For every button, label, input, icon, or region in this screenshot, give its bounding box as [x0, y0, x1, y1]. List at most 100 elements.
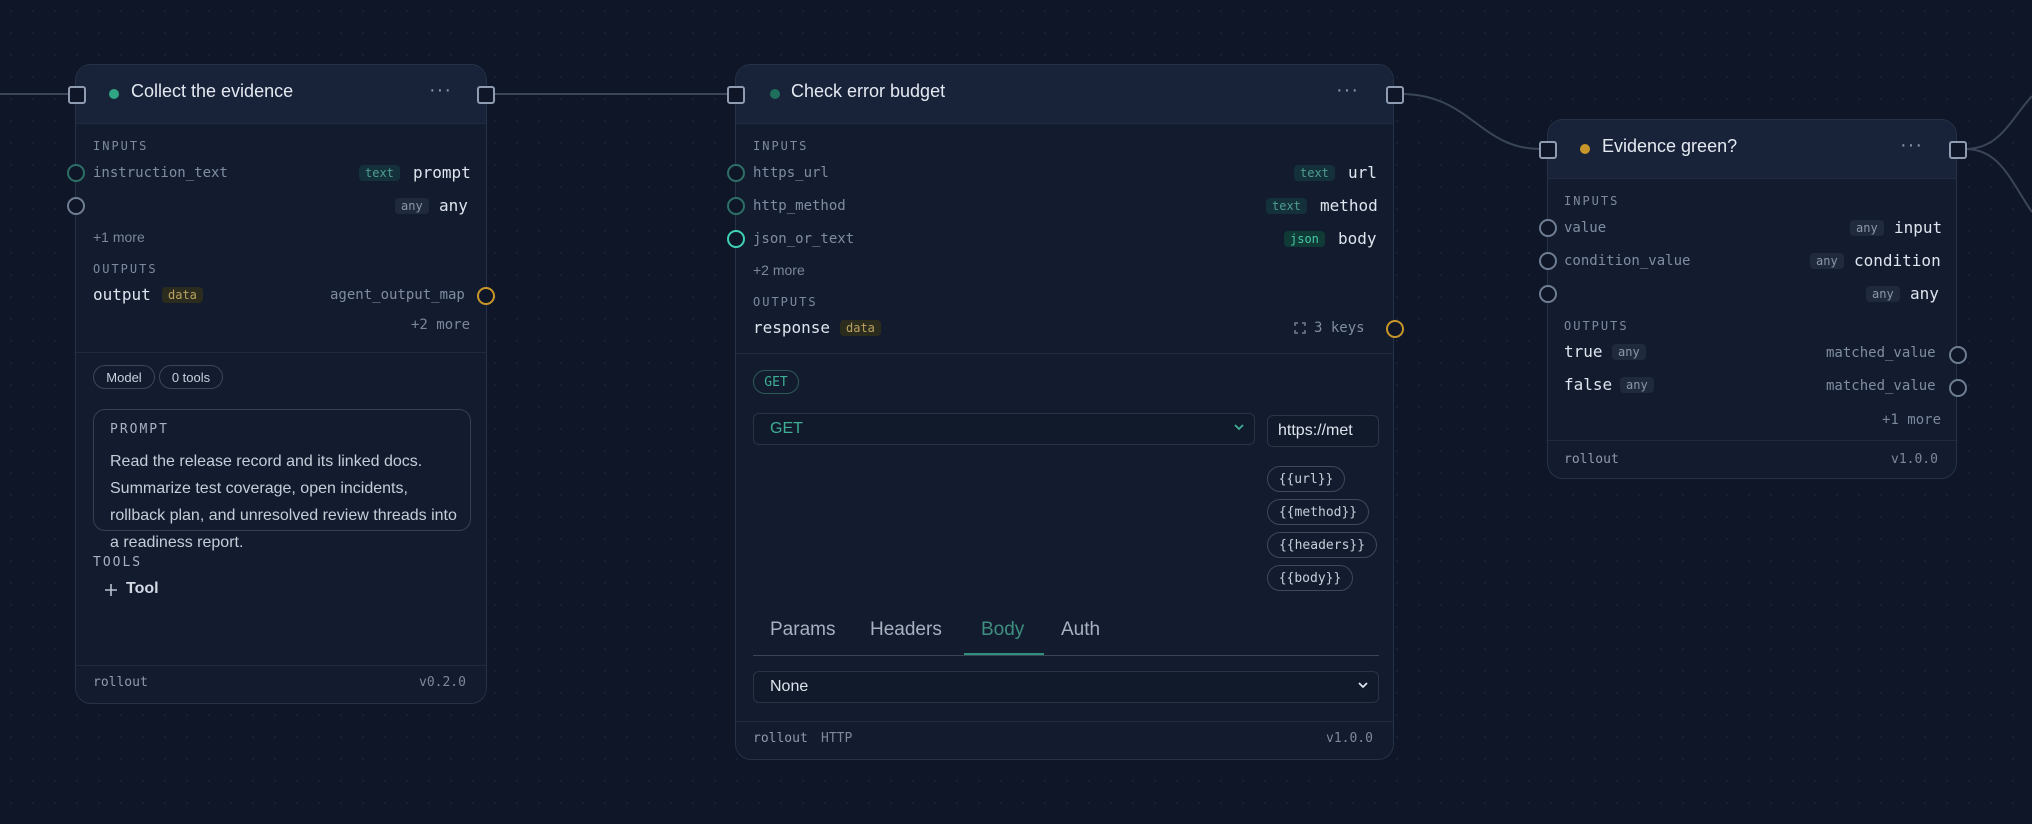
node-header[interactable]: Evidence green? ··· — [1548, 120, 1956, 179]
tools-label: TOOLS — [93, 555, 143, 570]
input-pin-label: value — [1564, 220, 1607, 236]
url-input-value: https://met — [1278, 422, 1353, 439]
output-map-label: agent_output_map — [330, 287, 465, 303]
outputs-more-link[interactable]: +2 more — [411, 317, 470, 333]
outputs-label: OUTPUTS — [1564, 319, 1629, 333]
node-collect-evidence[interactable]: Collect the evidence ··· INPUTS instruct… — [75, 64, 487, 704]
input-port[interactable] — [67, 164, 85, 182]
outputs-label: OUTPUTS — [93, 262, 158, 276]
input-port[interactable] — [727, 197, 745, 215]
tab-params[interactable]: Params — [770, 619, 835, 641]
variable-pill-headers[interactable]: {{headers}} — [1267, 532, 1377, 558]
request-tabs: Params Headers Body Auth — [753, 619, 1379, 656]
chevron-down-icon — [1358, 682, 1368, 689]
footer-divider — [1548, 440, 1956, 441]
method-select[interactable]: GET — [753, 413, 1255, 445]
footer-workflow: rollout — [93, 675, 148, 690]
divider — [76, 352, 486, 353]
inputs-more-link[interactable]: +2 more — [753, 262, 805, 278]
output-port-true[interactable] — [1949, 346, 1967, 364]
body-type-select[interactable]: None — [753, 671, 1379, 703]
footer-divider — [736, 721, 1393, 722]
node-header[interactable]: Collect the evidence ··· — [76, 65, 486, 124]
active-tab-underline — [964, 653, 1044, 655]
tab-body[interactable]: Body — [981, 619, 1024, 641]
node-input-port[interactable] — [1539, 141, 1557, 159]
add-tool-label: Tool — [126, 580, 159, 597]
type-badge: any — [1620, 377, 1654, 393]
wire-evidence-out-2 — [1964, 148, 2032, 213]
prompt-label: PROMPT — [110, 422, 169, 437]
type-badge: data — [840, 320, 881, 336]
more-menu-icon[interactable]: ··· — [1900, 134, 1923, 157]
node-output-port[interactable] — [477, 86, 495, 104]
model-pill[interactable]: Model — [93, 365, 155, 389]
outputs-label: OUTPUTS — [753, 295, 818, 309]
node-output-port[interactable] — [1949, 141, 1967, 159]
method-select-value: GET — [770, 420, 803, 437]
outputs-more-link[interactable]: +1 more — [1882, 412, 1941, 428]
inputs-label: INPUTS — [753, 139, 809, 153]
wire-check-to-evidence — [1400, 93, 1541, 150]
chevron-down-icon — [1234, 424, 1244, 431]
inputs-label: INPUTS — [1564, 194, 1620, 208]
more-menu-icon[interactable]: ··· — [1336, 79, 1359, 102]
input-port[interactable] — [727, 230, 745, 248]
more-menu-icon[interactable]: ··· — [429, 79, 452, 102]
output-value-label: matched_value — [1826, 378, 1936, 394]
input-pin-name: any — [1910, 284, 1939, 303]
status-dot — [109, 89, 119, 99]
input-pin-label: http_method — [753, 198, 846, 214]
input-port[interactable] — [1539, 252, 1557, 270]
footer-version: v1.0.0 — [1891, 452, 1938, 467]
input-port[interactable] — [67, 197, 85, 215]
method-badge: GET — [753, 370, 799, 394]
inputs-more-link[interactable]: +1 more — [93, 229, 145, 245]
tools-count-pill[interactable]: 0 tools — [159, 365, 223, 389]
node-evidence-green[interactable]: Evidence green? ··· INPUTS value any inp… — [1547, 119, 1957, 479]
node-check-error-budget[interactable]: Check error budget ··· INPUTS https_url … — [735, 64, 1394, 760]
variable-pill-body[interactable]: {{body}} — [1267, 565, 1353, 591]
input-port[interactable] — [727, 164, 745, 182]
status-dot — [1580, 144, 1590, 154]
node-input-port[interactable] — [727, 86, 745, 104]
expand-icon — [1294, 322, 1306, 334]
body-type-value: None — [770, 678, 809, 695]
tab-auth[interactable]: Auth — [1061, 619, 1100, 641]
node-input-port[interactable] — [68, 86, 86, 104]
footer-workflow: rollout — [1564, 452, 1619, 467]
prompt-text: Read the release record and its linked d… — [110, 453, 457, 551]
output-port-false[interactable] — [1949, 379, 1967, 397]
type-badge: any — [1866, 286, 1900, 302]
variable-pill-method[interactable]: {{method}} — [1267, 499, 1369, 525]
tab-headers[interactable]: Headers — [870, 619, 942, 641]
node-header[interactable]: Check error budget ··· — [736, 65, 1393, 124]
footer-workflow: rollout — [753, 731, 808, 746]
type-badge: any — [1612, 344, 1646, 360]
type-badge: text — [1266, 198, 1307, 214]
input-pin-label: condition_value — [1564, 253, 1691, 269]
prompt-box[interactable]: PROMPT Read the release record and its l… — [93, 409, 471, 551]
node-output-port[interactable] — [1386, 86, 1404, 104]
type-badge: text — [1294, 165, 1335, 181]
input-pin-name: url — [1348, 163, 1377, 182]
output-port[interactable] — [1386, 320, 1404, 338]
inputs-label: INPUTS — [93, 139, 149, 153]
footer-version: v1.0.0 — [1326, 731, 1373, 746]
node-title: Check error budget — [791, 81, 946, 101]
input-pin-name: condition — [1854, 251, 1941, 270]
output-value-label: matched_value — [1826, 345, 1936, 361]
url-input[interactable]: https://met — [1267, 415, 1379, 447]
output-port[interactable] — [477, 287, 495, 305]
input-pin-name: input — [1894, 218, 1943, 237]
variable-pill-url[interactable]: {{url}} — [1267, 466, 1345, 492]
plus-icon — [105, 584, 117, 596]
input-port[interactable] — [1539, 285, 1557, 303]
input-pin-label: https_url — [753, 165, 829, 181]
output-name: response — [753, 318, 831, 337]
status-dot — [770, 89, 780, 99]
type-badge: any — [1850, 220, 1884, 236]
output-keys-count: 3 keys — [1314, 320, 1365, 336]
input-port[interactable] — [1539, 219, 1557, 237]
footer-version: v0.2.0 — [419, 675, 466, 690]
